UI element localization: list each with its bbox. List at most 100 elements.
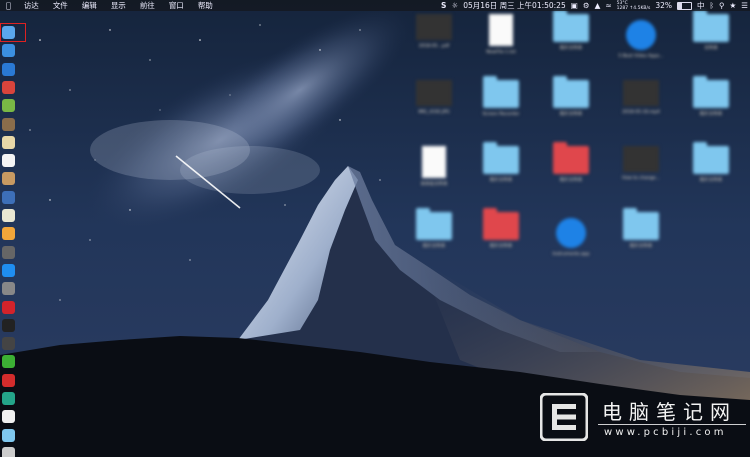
desktop-item[interactable]: Instruments.app xyxy=(540,212,602,276)
desktop-item[interactable]: 照片文件夹 xyxy=(403,208,465,276)
desktop-item-label: 照片文件夹 xyxy=(559,46,583,51)
watermark-divider xyxy=(598,424,746,425)
desktop-item[interactable]: 照片文件夹 xyxy=(680,76,742,144)
menu-edit[interactable]: 编辑 xyxy=(75,0,104,11)
desktop-item[interactable]: 照片文件夹 xyxy=(610,208,672,276)
desktop-item-label: IMG_4192.JPG xyxy=(418,110,450,115)
photos-icon[interactable] xyxy=(2,227,15,241)
desktop-item[interactable]: IMG_4192.JPG xyxy=(403,80,465,144)
mail-icon[interactable] xyxy=(2,135,15,149)
battery-icon[interactable] xyxy=(677,1,693,10)
folder-icon xyxy=(693,10,729,42)
system-icon[interactable] xyxy=(2,245,15,259)
desktop-item-label: 照片文件夹 xyxy=(699,178,723,183)
desktop-item-label: 照片文件夹 xyxy=(629,244,653,249)
desktop-item-label: 2018-05...pdf xyxy=(418,44,450,49)
desktop-item-label: 照片文件夹 xyxy=(559,178,583,183)
desktop-item[interactable]: Screen Recorder xyxy=(470,76,532,144)
desktop-item[interactable]: 照片文件夹 xyxy=(470,142,532,210)
folder-icon[interactable] xyxy=(2,428,15,442)
wechat-icon[interactable] xyxy=(2,355,15,369)
dock-selection-highlight xyxy=(0,23,26,42)
folder-icon xyxy=(623,208,659,240)
input-method[interactable]: 中 xyxy=(697,0,705,11)
netease-music-icon[interactable] xyxy=(2,373,15,387)
notification-icon[interactable]: ★ xyxy=(730,0,737,11)
desktop-item-label: 未命名文件夹 xyxy=(420,182,448,187)
trash-icon[interactable] xyxy=(2,446,15,457)
sync-icon[interactable] xyxy=(2,392,15,405)
screen-icon[interactable]: ▣ xyxy=(571,0,578,11)
desktop-item[interactable]: 照片文件夹 xyxy=(470,208,532,276)
download-icon[interactable] xyxy=(2,62,15,76)
desktop-item[interactable]: 文件夹 xyxy=(680,10,742,78)
desktop-item-label: 文件夹 xyxy=(704,46,718,51)
brightness-icon[interactable]: ☼ xyxy=(451,0,458,11)
folder-icon xyxy=(483,142,519,174)
app-store-icon[interactable] xyxy=(2,263,15,277)
console-icon[interactable] xyxy=(2,337,15,351)
thumb-icon xyxy=(416,14,452,40)
folder-icon xyxy=(416,208,452,240)
skype-icon[interactable]: S xyxy=(441,0,446,11)
folder-icon xyxy=(483,76,519,108)
desktop-item-label: 5 Best Video Apps... xyxy=(618,54,664,59)
desktop-item[interactable]: 照片文件夹 xyxy=(680,142,742,210)
desktop-item[interactable]: 2018-05...pdf xyxy=(403,14,465,78)
apple-icon[interactable]:  xyxy=(4,0,17,11)
thumb-icon xyxy=(623,146,659,172)
doc-icon xyxy=(489,14,513,46)
app-icon xyxy=(556,218,586,248)
app-red-icon[interactable] xyxy=(2,80,15,94)
doc-viewer-icon[interactable] xyxy=(2,190,15,204)
settings-icon[interactable] xyxy=(2,282,15,296)
menu-file[interactable]: 文件 xyxy=(46,0,75,11)
istat-icon[interactable]: ▲ xyxy=(595,0,601,11)
dock xyxy=(0,12,18,457)
desktop-item-label: 2018-05-16.mp4 xyxy=(622,110,660,115)
desktop-item[interactable]: NewFile-1.txt xyxy=(470,14,532,78)
safari-icon[interactable] xyxy=(2,44,15,58)
menu-go[interactable]: 前往 xyxy=(133,0,162,11)
clock-datetime[interactable]: 05月16日 周三 上午01:50:25 xyxy=(463,0,566,11)
wifi-icon[interactable]: ≈ xyxy=(605,0,611,11)
notes-icon[interactable] xyxy=(2,209,15,222)
menu-icon[interactable]: ☰ xyxy=(741,0,748,11)
thumb-icon xyxy=(416,80,452,106)
calendar-icon[interactable] xyxy=(2,154,15,168)
desktop-item-label: 照片文件夹 xyxy=(422,244,446,249)
spotlight-icon[interactable]: ⚲ xyxy=(719,0,725,11)
desktop-item[interactable]: How to change... xyxy=(610,146,672,210)
tools-icon[interactable]: ⚙ xyxy=(583,0,590,11)
folder-icon xyxy=(693,142,729,174)
menu-window[interactable]: 窗口 xyxy=(162,0,191,11)
desktop-item[interactable]: 未命名文件夹 xyxy=(403,146,465,210)
contacts-icon[interactable] xyxy=(2,172,15,186)
terminal-icon[interactable] xyxy=(2,318,15,332)
app-icon xyxy=(626,20,656,50)
document-icon[interactable] xyxy=(2,410,15,424)
battery-percent[interactable]: 32% xyxy=(655,0,672,11)
android-icon[interactable] xyxy=(2,99,15,113)
desktop-item[interactable]: 5 Best Video Apps... xyxy=(610,14,672,78)
network-speed[interactable]: 53°C 1287 ↑4.5KB/s xyxy=(617,1,651,11)
desktop-icons: 2018-05...pdf NewFile-1.txt 照片文件夹 5 Best Vi… xyxy=(395,10,750,414)
desktop-item-label: NewFile-1.txt xyxy=(486,50,516,55)
vivaldi-icon[interactable] xyxy=(2,300,15,314)
desktop-item[interactable]: 照片文件夹 xyxy=(540,76,602,144)
bluetooth-icon[interactable]: ᛒ xyxy=(710,0,715,11)
desktop-item[interactable]: 2018-05-16.mp4 xyxy=(610,80,672,144)
desktop-item[interactable]: 照片文件夹 xyxy=(540,142,602,210)
menu-help[interactable]: 帮助 xyxy=(191,0,220,11)
pcbiji-logo xyxy=(540,393,588,441)
menu-view[interactable]: 显示 xyxy=(104,0,133,11)
desktop-item-label: Instruments.app xyxy=(552,252,590,257)
folder-icon xyxy=(553,142,589,174)
watermark: 电脑笔记网 www.pcbiji.com xyxy=(538,393,750,451)
menu-finder[interactable]: 访达 xyxy=(17,0,46,11)
book-icon[interactable] xyxy=(2,117,15,131)
desktop-item[interactable]: 照片文件夹 xyxy=(540,10,602,78)
net-up: 1287 ↑4.5KB/s xyxy=(616,5,651,11)
doc-icon xyxy=(422,146,446,178)
watermark-title: 电脑笔记网 xyxy=(602,400,737,424)
